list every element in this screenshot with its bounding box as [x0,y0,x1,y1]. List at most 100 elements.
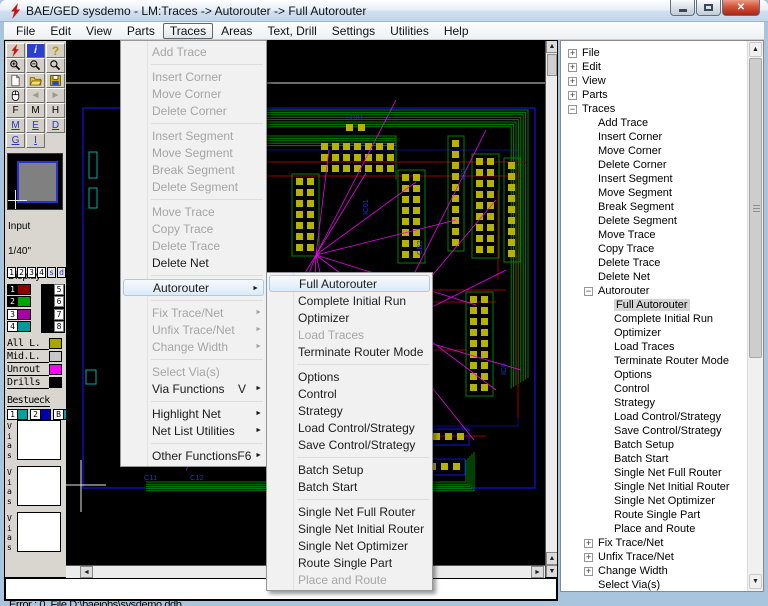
scroll-up-button[interactable]: ▲ [546,40,558,53]
tree-item-insert-corner[interactable]: Insert Corner [561,130,746,144]
tree-item-copy-trace[interactable]: Copy Trace [561,242,746,256]
menu-item-single-net-full-router[interactable]: Single Net Full Router [267,503,432,520]
layer-mode-button-2[interactable]: 2 [17,267,26,278]
menu-item-save-control-strategy[interactable]: Save Control/Strategy [267,436,432,453]
menu-item-delete-segment[interactable]: Delete Segment [121,178,266,195]
tree-item-batch-start[interactable]: Batch Start [561,452,746,466]
tree-item-route-single-part[interactable]: Route Single Part [561,508,746,522]
tree-item-delete-trace[interactable]: Delete Trace [561,256,746,270]
toolbar-new-file-icon[interactable] [6,73,25,88]
toolbar-zoom-out-icon[interactable] [26,58,45,73]
legend-color-swatch[interactable] [49,351,62,362]
tree-item-delete-corner[interactable]: Delete Corner [561,158,746,172]
bestueck-number[interactable]: B [53,409,64,420]
tree-item-move-corner[interactable]: Move Corner [561,144,746,158]
toolbar-info-icon[interactable]: i [26,43,45,58]
layer-row-2[interactable]: 2 [7,296,31,308]
via-preview-box-2[interactable] [17,466,61,506]
layer-number-8[interactable]: 8 [54,321,64,332]
menu-item-batch-start[interactable]: Batch Start [267,478,432,495]
menu-item-select-via-s[interactable]: Select Via(s) [121,363,266,380]
toolbar-button-g-18[interactable]: G [6,133,25,148]
menu-item-unfix-trace-net[interactable]: Unfix Trace/Net► [121,321,266,338]
toolbar-button-f-12[interactable]: F [6,103,25,118]
toolbar-zoom-in-icon[interactable] [6,58,25,73]
close-button[interactable]: ✕ [722,0,760,16]
menu-item-move-segment[interactable]: Move Segment [121,144,266,161]
toolbar-open-file-icon[interactable] [26,73,45,88]
menubar-item-settings[interactable]: Settings [325,23,382,39]
layer-color-swatch[interactable] [18,309,31,320]
bestueck-number[interactable]: 2 [30,409,41,420]
tree-item-save-control-strategy[interactable]: Save Control/Strategy [561,424,746,438]
menu-item-insert-segment[interactable]: Insert Segment [121,127,266,144]
layer-number[interactable]: 3 [7,309,18,320]
bestueck-item-2[interactable]: 2 [30,409,51,420]
layer-color-swatch[interactable] [18,296,31,307]
bestueck-color-swatch[interactable] [41,409,51,420]
bestueck-number[interactable]: 1 [7,409,18,420]
tree-item-load-traces[interactable]: Load Traces [561,340,746,354]
toolbar-zoom-window-icon[interactable] [46,58,65,73]
tree-item-optimizer[interactable]: Optimizer [561,326,746,340]
legend-row-all-l[interactable]: All L. [7,337,65,350]
toolbar-save-file-icon[interactable] [46,73,65,88]
tree-expand-icon[interactable]: + [584,539,593,548]
layer-number[interactable]: 4 [7,321,18,332]
menu-item-delete-net[interactable]: Delete Net [121,254,266,271]
tree-expand-icon[interactable]: + [584,567,593,576]
menu-item-single-net-initial-router[interactable]: Single Net Initial Router [267,520,432,537]
toolbar-bae-logo[interactable] [6,43,25,58]
toolbar-next-icon[interactable]: ► [46,88,65,103]
minimize-button[interactable] [670,0,695,16]
tree-item-single-net-optimizer[interactable]: Single Net Optimizer [561,494,746,508]
tree-item-load-control-strategy[interactable]: Load Control/Strategy [561,410,746,424]
tree-item-parts[interactable]: +Parts [561,88,746,102]
via-preview-box-3[interactable] [17,512,61,552]
layer-number[interactable]: 1 [7,284,18,295]
menu-item-autorouter[interactable]: Autorouter► [123,279,264,296]
menu-item-copy-trace[interactable]: Copy Trace [121,220,266,237]
menu-item-delete-trace[interactable]: Delete Trace [121,237,266,254]
tree-item-move-trace[interactable]: Move Trace [561,228,746,242]
scroll-right-button[interactable]: ► [531,566,544,578]
tree-expand-icon[interactable]: + [584,553,593,562]
tree-collapse-icon[interactable]: − [584,287,593,296]
toolbar-prev-icon[interactable]: ◄ [26,88,45,103]
toolbar-help-icon[interactable]: ? [46,43,65,58]
tree-item-complete-initial-run[interactable]: Complete Initial Run [561,312,746,326]
board-overview-pane[interactable] [7,153,63,210]
layer-number-6[interactable]: 6 [54,296,64,307]
layer-row-4[interactable]: 4 [7,321,31,333]
tree-item-strategy[interactable]: Strategy [561,396,746,410]
layer-number[interactable]: 2 [7,296,18,307]
tree-item-single-net-full-router[interactable]: Single Net Full Router [561,466,746,480]
menu-item-place-and-route[interactable]: Place and Route [267,571,432,588]
layer-color-swatch[interactable] [18,321,31,332]
menubar-item-utilities[interactable]: Utilities [383,23,436,39]
tree-scrollbar[interactable]: ▲ ▼ [747,41,763,591]
tree-item-move-segment[interactable]: Move Segment [561,186,746,200]
via-preview-box-1[interactable] [17,420,61,460]
menubar-item-file[interactable]: File [9,23,42,39]
toolbar-button-h-14[interactable]: H [46,103,65,118]
layer-mode-button-3[interactable]: 3 [27,267,36,278]
tree-item-delete-net[interactable]: Delete Net [561,270,746,284]
toolbar-mouse-icon[interactable] [6,88,25,103]
tree-item-options[interactable]: Options [561,368,746,382]
layer-mode-button-1[interactable]: 1 [7,267,16,278]
menu-item-complete-initial-run[interactable]: Complete Initial Run [267,292,432,309]
menu-item-via-functions[interactable]: Via FunctionsV► [121,380,266,397]
menu-item-load-control-strategy[interactable]: Load Control/Strategy [267,419,432,436]
menu-item-insert-corner[interactable]: Insert Corner [121,68,266,85]
tree-item-break-segment[interactable]: Break Segment [561,200,746,214]
legend-row-unrout[interactable]: Unrout [7,363,65,376]
menu-item-single-net-optimizer[interactable]: Single Net Optimizer [267,537,432,554]
tree-item-view[interactable]: +View [561,74,746,88]
layer-number-5[interactable]: 5 [54,284,64,295]
tree-item-change-width[interactable]: +Change Width [561,564,746,578]
legend-row-mid-l[interactable]: Mid.L. [7,350,65,363]
menu-item-change-width[interactable]: Change Width► [121,338,266,355]
maximize-button[interactable] [696,0,721,16]
tree-item-file[interactable]: +File [561,46,746,60]
